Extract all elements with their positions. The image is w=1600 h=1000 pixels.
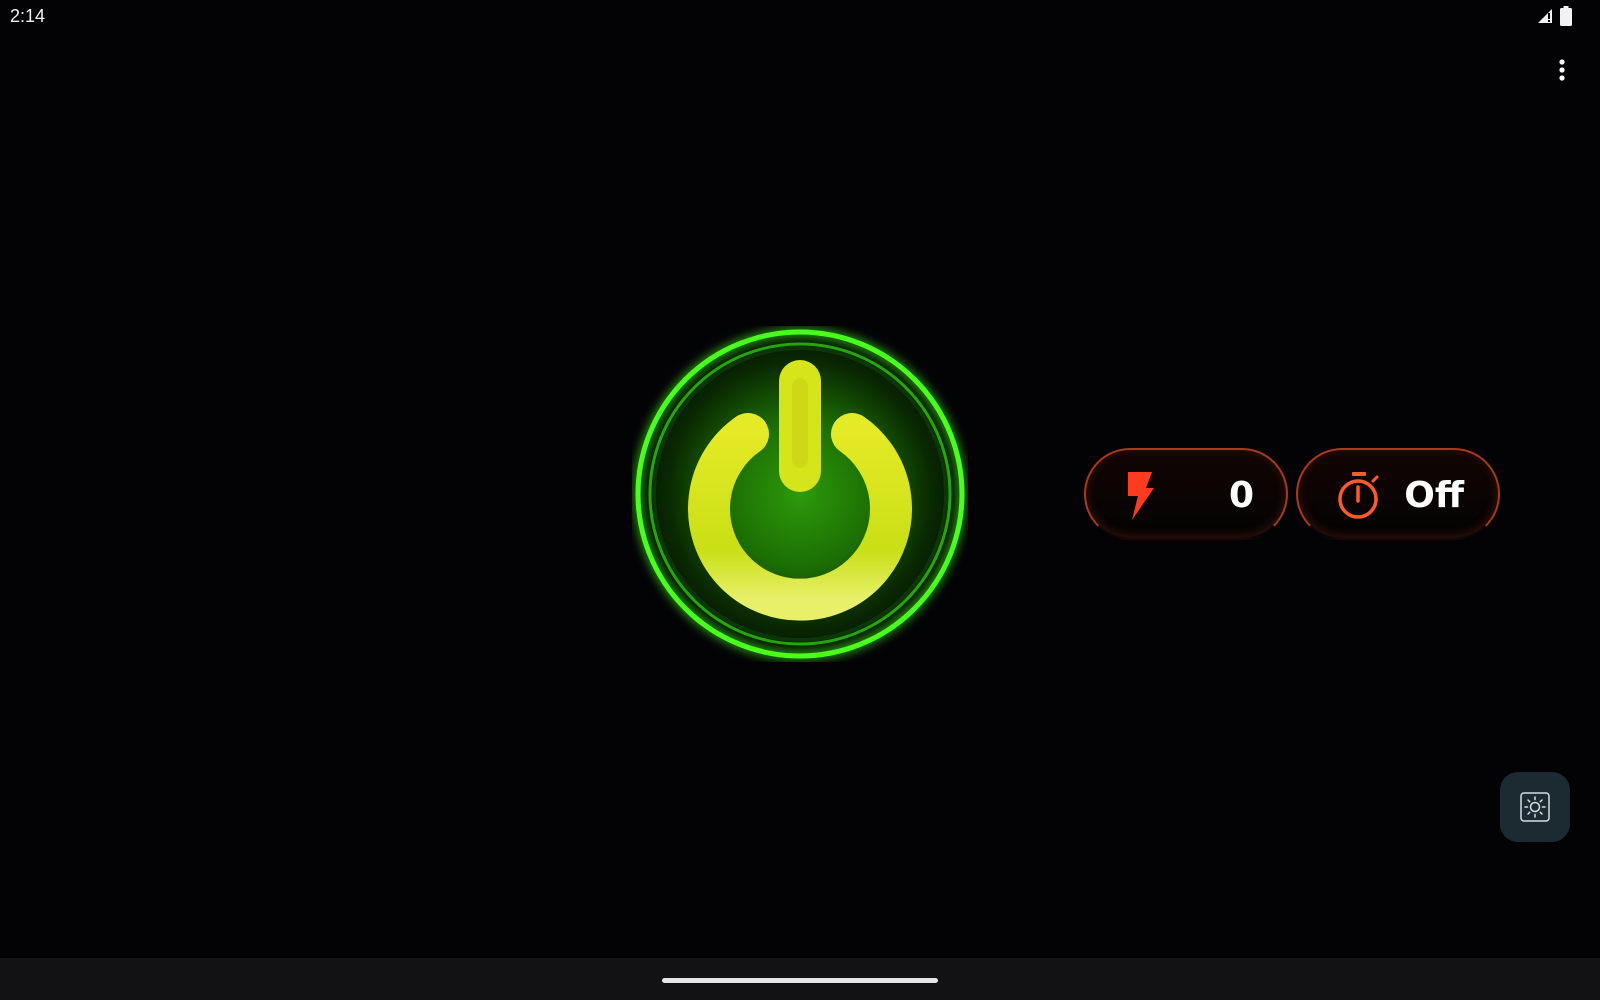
more-vert-icon — [1559, 59, 1565, 81]
status-time: 2:14 — [10, 6, 46, 26]
home-gesture-handle[interactable] — [662, 978, 938, 983]
lightning-icon — [1128, 472, 1154, 520]
status-icons — [1536, 6, 1572, 26]
more-options-button[interactable] — [1548, 56, 1576, 84]
navigation-bar — [0, 958, 1600, 1000]
battery-icon — [1560, 6, 1572, 26]
status-bar: 2:14 — [0, 0, 1600, 32]
flashlight-screen: 2:14 0 Off — [0, 0, 1600, 1000]
brightness-button[interactable] — [1500, 772, 1570, 842]
brightness-icon — [1520, 792, 1550, 822]
signal-icon — [1538, 9, 1552, 23]
strobe-value: 0 — [1228, 475, 1254, 516]
stopwatch-icon — [1338, 472, 1379, 519]
timer-value: Off — [1404, 475, 1464, 516]
timer-button[interactable]: Off — [1296, 448, 1500, 540]
power-button[interactable] — [632, 326, 968, 662]
power-icon — [635, 329, 965, 659]
strobe-button[interactable]: 0 — [1084, 448, 1288, 540]
